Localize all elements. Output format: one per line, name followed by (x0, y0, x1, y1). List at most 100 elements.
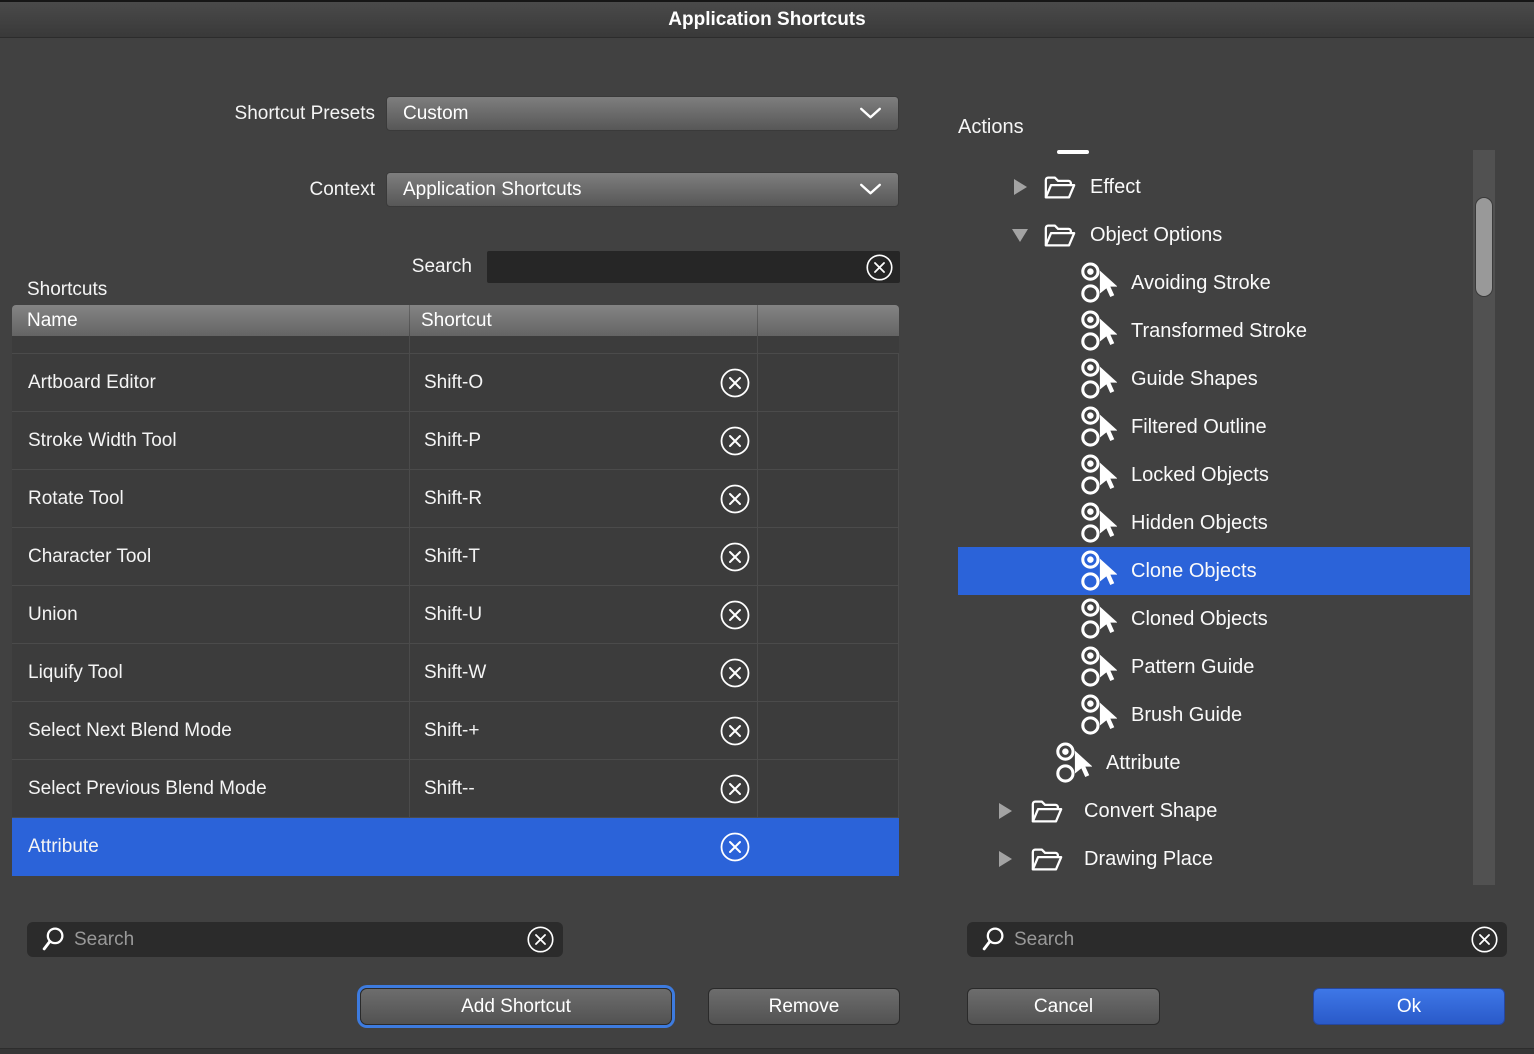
shortcut-search-field (487, 251, 900, 283)
remove-shortcut-icon[interactable] (719, 367, 751, 399)
tree-item-label: Effect (1090, 176, 1141, 199)
column-header-name[interactable]: Name (12, 305, 410, 336)
remove-shortcut-icon[interactable] (719, 425, 751, 457)
shortcut-presets-value: Custom (403, 103, 859, 125)
magnifier-icon (39, 926, 66, 953)
remove-shortcut-icon[interactable] (719, 483, 751, 515)
tree-item-cloned-objects[interactable]: Cloned Objects (958, 595, 1470, 643)
window-bottom-edge (0, 1048, 1534, 1054)
open-folder-icon (1043, 173, 1077, 202)
remove-shortcut-icon[interactable] (719, 831, 751, 863)
clear-filter-icon[interactable] (1470, 925, 1499, 954)
triangle-right-icon[interactable] (998, 851, 1012, 867)
title-bar[interactable]: Application Shortcuts (0, 0, 1534, 38)
row-shortcut: Shift-T (410, 528, 758, 585)
row-name: Select Next Blend Mode (12, 702, 410, 759)
tree-item-label: Pattern Guide (1131, 656, 1254, 679)
actions-section-label: Actions (958, 116, 1024, 139)
table-row[interactable]: Select Previous Blend Mode Shift-- (12, 760, 899, 818)
tree-item-drawing-place[interactable]: Drawing Place (958, 835, 1470, 883)
tree-item-filtered-outline[interactable]: Filtered Outline (958, 403, 1470, 451)
clear-search-icon[interactable] (865, 253, 894, 282)
table-row[interactable]: Liquify Tool Shift-W (12, 644, 899, 702)
column-header-empty (758, 305, 899, 336)
column-header-shortcut[interactable]: Shortcut (410, 305, 758, 336)
shortcut-presets-dropdown[interactable]: Custom (386, 96, 899, 131)
tree-item-label: Clone Objects (1131, 560, 1257, 583)
target-cursor-icon (1054, 741, 1092, 785)
tree-item-label: Brush Guide (1131, 704, 1242, 727)
remove-shortcut-icon[interactable] (719, 657, 751, 689)
context-dropdown[interactable]: Application Shortcuts (386, 172, 899, 207)
tree-item-label: Filtered Outline (1131, 416, 1267, 439)
target-cursor-icon (1079, 597, 1117, 641)
row-name: Attribute (12, 818, 410, 876)
table-row-spacer (12, 336, 899, 354)
row-name: Liquify Tool (12, 644, 410, 701)
dialog-title: Application Shortcuts (668, 9, 865, 31)
tree-item-guide-shapes[interactable]: Guide Shapes (958, 355, 1470, 403)
target-cursor-icon (1079, 261, 1117, 305)
row-name: Stroke Width Tool (12, 412, 410, 469)
ok-button[interactable]: Ok (1313, 988, 1505, 1025)
table-row[interactable]: Character Tool Shift-T (12, 528, 899, 586)
row-name: Rotate Tool (12, 470, 410, 527)
tree-item-label: Object Options (1090, 224, 1222, 247)
partial-scrolled-item (1057, 150, 1089, 154)
chevron-down-icon (859, 107, 882, 120)
actions-filter-input[interactable] (1012, 928, 1470, 952)
remove-shortcut-icon[interactable] (719, 541, 751, 573)
tree-item-brush-guide[interactable]: Brush Guide (958, 691, 1470, 739)
target-cursor-icon (1079, 549, 1117, 593)
tree-item-object-options[interactable]: Object Options (958, 211, 1470, 259)
remove-shortcut-icon[interactable] (719, 715, 751, 747)
add-shortcut-button[interactable]: Add Shortcut (360, 988, 672, 1025)
triangle-right-icon[interactable] (998, 803, 1012, 819)
triangle-right-icon[interactable] (1013, 179, 1027, 195)
tree-item-pattern-guide[interactable]: Pattern Guide (958, 643, 1470, 691)
tree-item-avoiding-stroke[interactable]: Avoiding Stroke (958, 259, 1470, 307)
open-folder-icon (1030, 797, 1064, 826)
actions-tree: Effect Object Options Avoiding Stroke Tr… (958, 163, 1495, 883)
row-name: Character Tool (12, 528, 410, 585)
table-row[interactable]: Stroke Width Tool Shift-P (12, 412, 899, 470)
tree-item-label: Transformed Stroke (1131, 320, 1307, 343)
cancel-button[interactable]: Cancel (967, 988, 1160, 1025)
row-shortcut (410, 818, 758, 876)
remove-shortcut-icon[interactable] (719, 599, 751, 631)
table-row[interactable]: Artboard Editor Shift-O (12, 354, 899, 412)
tree-item-clone-objects-selected[interactable]: Clone Objects (958, 547, 1470, 595)
tree-item-attribute[interactable]: Attribute (958, 739, 1470, 787)
shortcut-presets-label: Shortcut Presets (0, 103, 375, 125)
actions-filter-field (967, 922, 1507, 957)
table-body: Artboard Editor Shift-O Stroke Width Too… (12, 336, 899, 876)
row-name: Union (12, 586, 410, 643)
target-cursor-icon (1079, 501, 1117, 545)
tree-item-locked-objects[interactable]: Locked Objects (958, 451, 1470, 499)
table-header[interactable]: Name Shortcut (12, 305, 899, 336)
tree-scrollbar[interactable] (1473, 150, 1495, 885)
table-row[interactable]: Rotate Tool Shift-R (12, 470, 899, 528)
clear-filter-icon[interactable] (526, 925, 555, 954)
table-row[interactable]: Select Next Blend Mode Shift-+ (12, 702, 899, 760)
tree-item-effect[interactable]: Effect (958, 163, 1470, 211)
table-row-selected[interactable]: Attribute (12, 818, 899, 876)
remove-shortcut-icon[interactable] (719, 773, 751, 805)
row-name: Artboard Editor (12, 354, 410, 411)
shortcut-search-input[interactable] (497, 255, 865, 279)
row-name: Select Previous Blend Mode (12, 760, 410, 817)
row-shortcut: Shift-P (410, 412, 758, 469)
tree-item-convert-shape[interactable]: Convert Shape (958, 787, 1470, 835)
table-row[interactable]: Union Shift-U (12, 586, 899, 644)
tree-item-hidden-objects[interactable]: Hidden Objects (958, 499, 1470, 547)
tree-item-label: Drawing Place (1084, 848, 1213, 871)
tree-scrollbar-thumb[interactable] (1475, 197, 1493, 297)
application-shortcuts-dialog: Application Shortcuts Shortcut Presets C… (0, 0, 1534, 1054)
remove-button[interactable]: Remove (708, 988, 900, 1025)
magnifier-icon (979, 926, 1006, 953)
tree-item-label: Cloned Objects (1131, 608, 1268, 631)
target-cursor-icon (1079, 309, 1117, 353)
tree-item-transformed-stroke[interactable]: Transformed Stroke (958, 307, 1470, 355)
triangle-down-icon[interactable] (1013, 229, 1027, 242)
shortcuts-filter-input[interactable] (72, 928, 526, 952)
